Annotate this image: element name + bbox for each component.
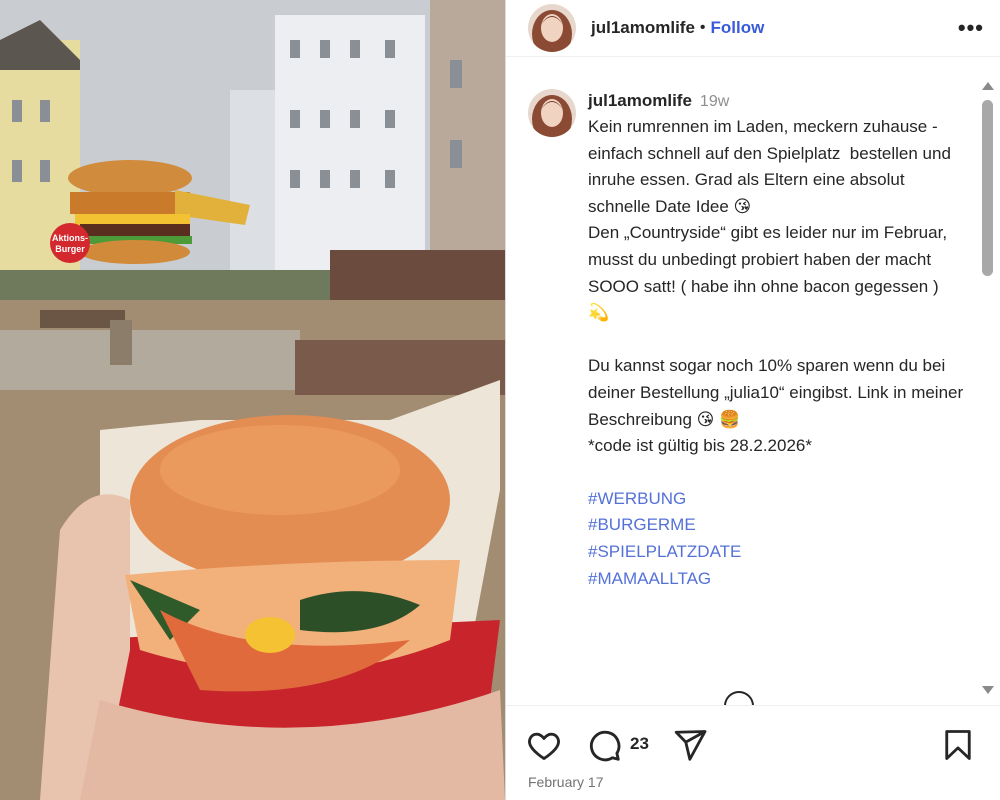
- caption-scrollbar[interactable]: [979, 78, 995, 696]
- follow-button[interactable]: Follow: [711, 18, 765, 38]
- caption-body: jul1amomlife 19w Kein rumrennen im Laden,…: [588, 84, 964, 592]
- save-bookmark-icon[interactable]: [940, 727, 976, 763]
- post-age[interactable]: 19w: [700, 93, 729, 110]
- caption-avatar[interactable]: [528, 89, 576, 137]
- promo-badge-line1: Aktions-: [52, 233, 88, 243]
- caption-text: Kein rumrennen im Laden, meckern zuhause…: [588, 117, 964, 456]
- scrollbar-thumb[interactable]: [982, 100, 993, 276]
- comment-icon[interactable]: [586, 727, 622, 763]
- like-heart-icon[interactable]: [526, 727, 562, 763]
- post-photo: Aktions- Burger: [0, 0, 505, 800]
- avatar[interactable]: [528, 4, 576, 52]
- hashtag-link[interactable]: #SPIELPLATZDATE: [588, 539, 964, 566]
- post-side-panel: jul1amomlife • Follow ••• jul1amomlife 19…: [505, 0, 1000, 800]
- comment-count[interactable]: 23: [630, 734, 649, 754]
- scroll-down-arrow-icon[interactable]: [982, 686, 994, 694]
- hashtag-link[interactable]: #BURGERME: [588, 512, 964, 539]
- scroll-up-arrow-icon[interactable]: [982, 82, 994, 90]
- post-actions-bar: 23 February 17: [506, 705, 1000, 800]
- post-header: jul1amomlife • Follow •••: [506, 0, 1000, 57]
- caption: jul1amomlife 19w Kein rumrennen im Laden,…: [506, 84, 976, 592]
- caption-header: jul1amomlife 19w: [588, 89, 964, 114]
- separator-dot: •: [699, 19, 706, 36]
- caption-username[interactable]: jul1amomlife: [588, 91, 692, 110]
- load-more-comments-icon[interactable]: [724, 691, 754, 706]
- hashtag-link[interactable]: #WERBUNG: [588, 486, 964, 513]
- post-author-username[interactable]: jul1amomlife: [591, 18, 695, 38]
- hashtag-list: #WERBUNG #BURGERME #SPIELPLATZDATE #MAMA…: [588, 486, 964, 592]
- post-date[interactable]: February 17: [528, 774, 603, 790]
- promo-badge-line2: Burger: [55, 244, 85, 254]
- caption-scroll-area[interactable]: jul1amomlife 19w Kein rumrennen im Laden,…: [506, 84, 976, 696]
- more-options-icon[interactable]: •••: [958, 17, 984, 39]
- hashtag-link[interactable]: #MAMAALLTAG: [588, 566, 964, 593]
- post-media[interactable]: Aktions- Burger: [0, 0, 505, 800]
- share-paper-plane-icon[interactable]: [672, 727, 708, 763]
